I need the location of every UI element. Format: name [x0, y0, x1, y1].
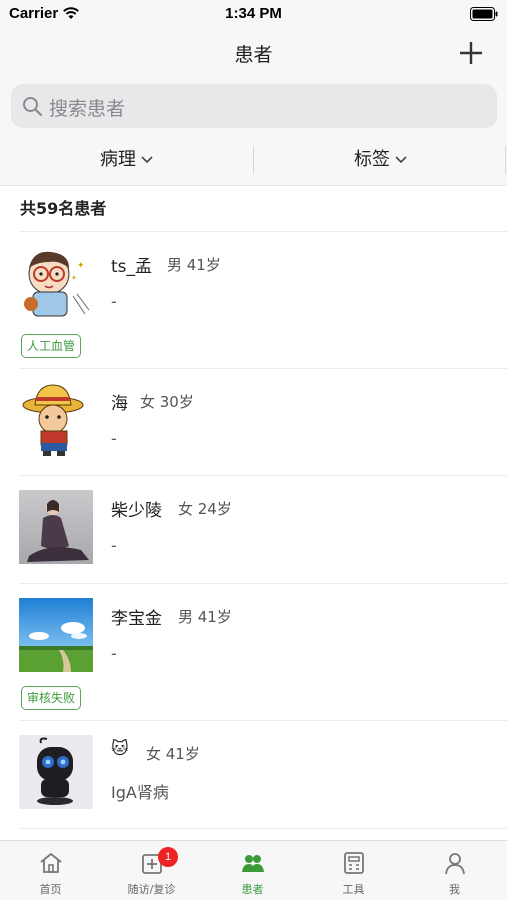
list-item[interactable]: 柴少陵 女 24岁 - — [0, 476, 507, 584]
search-placeholder: 搜索患者 — [49, 98, 126, 120]
list-item[interactable]: 李宝金 男 41岁 - 审核失败 — [0, 584, 507, 721]
tab-label: 患者 — [241, 883, 264, 896]
patient-diagnosis: IgA肾病 — [111, 783, 169, 802]
chevron-down-icon — [141, 156, 153, 164]
divider — [20, 828, 507, 829]
svg-text:✦: ✦ — [71, 274, 77, 282]
tag-filter[interactable]: 标签 — [254, 136, 507, 186]
home-icon — [40, 853, 62, 873]
patients-icon — [242, 855, 264, 872]
search-icon — [23, 97, 43, 117]
tab-tools[interactable]: 工具 — [303, 841, 404, 900]
patient-info: 女 24岁 — [178, 500, 232, 518]
list-item[interactable]: 🐱 女 41岁 IgA肾病 — [0, 721, 507, 829]
avatar — [19, 490, 93, 564]
chevron-down-icon — [395, 156, 407, 164]
patient-info: 女 41岁 — [146, 745, 200, 763]
tab-bar: 首页 1 随访/复诊 患者 工具 我 — [0, 840, 507, 900]
battery-icon — [470, 7, 498, 21]
filter-bar: 病理 标签 — [0, 136, 507, 186]
list-item[interactable]: ✦ ✦ ts_孟 男 41岁 - 人工血管 — [0, 232, 507, 369]
patient-diagnosis: - — [111, 536, 117, 555]
clock: 1:34 PM — [225, 5, 282, 22]
tab-profile[interactable]: 我 — [404, 841, 505, 900]
pathology-filter[interactable]: 病理 — [0, 136, 253, 186]
tab-label: 我 — [449, 883, 460, 896]
tab-label: 工具 — [342, 883, 365, 896]
tab-followup[interactable]: 1 随访/复诊 — [101, 841, 202, 900]
tag-filter-label: 标签 — [354, 149, 390, 170]
avatar — [19, 598, 93, 672]
patient-tag: 审核失败 — [21, 686, 82, 710]
patient-name: 李宝金 — [111, 609, 162, 629]
patient-info: 男 41岁 — [178, 608, 232, 626]
search-area: 搜索患者 — [0, 76, 507, 136]
tab-label: 随访/复诊 — [127, 883, 176, 896]
svg-text:✦: ✦ — [77, 261, 85, 271]
nav-bar: 患者 — [0, 30, 507, 76]
patient-info: 男 41岁 — [167, 256, 221, 274]
patient-name: 🐱 — [111, 739, 129, 759]
pathology-filter-label: 病理 — [100, 149, 136, 170]
avatar: ✦ ✦ — [19, 246, 93, 320]
tab-patients[interactable]: 患者 — [202, 841, 303, 900]
tools-icon — [344, 852, 364, 874]
tab-home[interactable]: 首页 — [0, 841, 101, 900]
patient-count: 共59名患者 — [20, 199, 107, 218]
patient-name: ts_孟 — [111, 257, 153, 277]
status-bar: Carrier 1:34 PM — [0, 0, 507, 30]
add-icon[interactable] — [457, 39, 485, 67]
patient-tag: 人工血管 — [21, 334, 82, 358]
profile-icon — [445, 853, 465, 875]
filter-divider — [505, 146, 506, 174]
patient-diagnosis: - — [111, 644, 117, 663]
notification-badge: 1 — [158, 847, 178, 867]
avatar — [19, 735, 93, 809]
patient-diagnosis: - — [111, 292, 117, 311]
search-input[interactable]: 搜索患者 — [11, 84, 497, 128]
list-item[interactable]: 海 女 30岁 - — [0, 369, 507, 476]
patient-name: 海 — [111, 394, 128, 414]
avatar — [19, 383, 93, 457]
patient-diagnosis: - — [111, 429, 117, 448]
patient-info: 女 30岁 — [140, 393, 194, 411]
page-title: 患者 — [234, 44, 273, 66]
patient-name: 柴少陵 — [111, 501, 162, 521]
tab-label: 首页 — [39, 883, 62, 896]
